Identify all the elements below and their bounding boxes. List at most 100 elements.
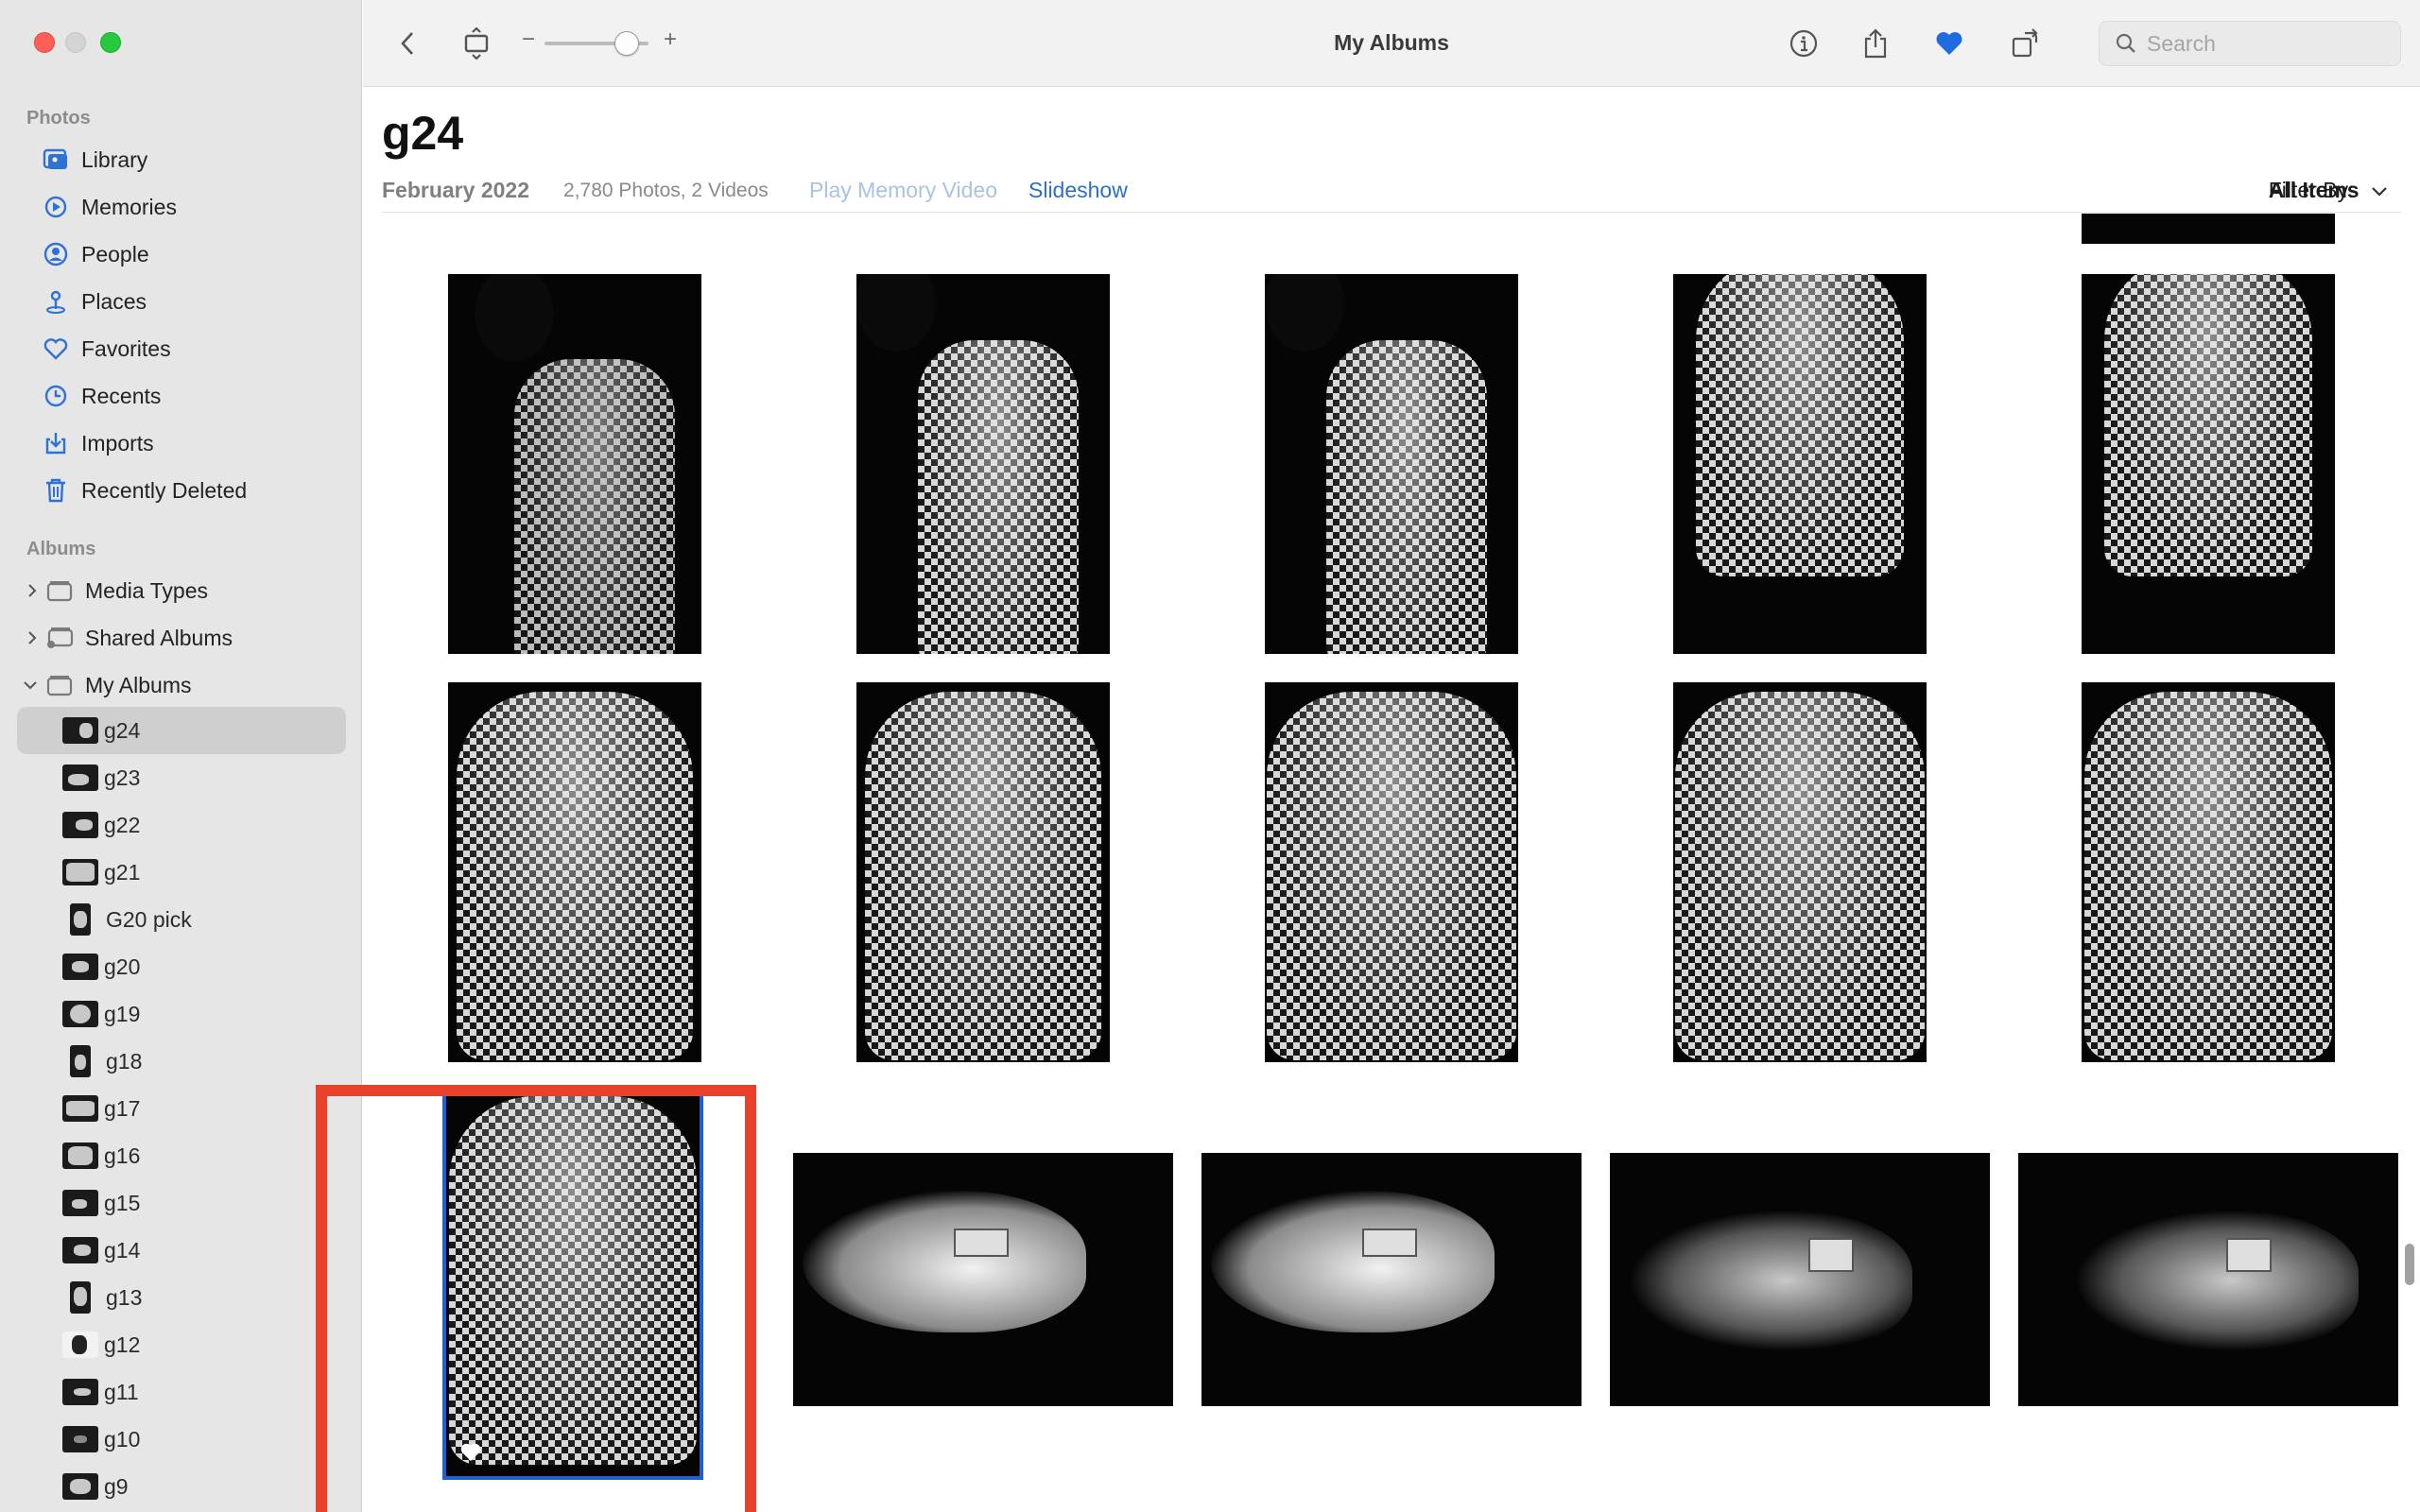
album-thumbnail xyxy=(62,859,98,885)
photo-thumbnail[interactable] xyxy=(1265,274,1518,654)
share-button[interactable] xyxy=(1857,25,1894,62)
album-item-label: g22 xyxy=(104,812,141,837)
favorite-button[interactable] xyxy=(1930,25,1968,62)
photo-thumbnail[interactable] xyxy=(1265,682,1518,1062)
album-thumbnail xyxy=(62,1426,98,1452)
album-item-label: g24 xyxy=(104,717,141,743)
photo-thumbnail[interactable] xyxy=(1673,274,1927,654)
zoom-window-button[interactable] xyxy=(100,32,121,53)
photo-thumbnail[interactable] xyxy=(2082,682,2335,1062)
photo-thumbnail[interactable] xyxy=(448,682,701,1062)
photo-subject xyxy=(1267,692,1516,1060)
sidebar-item-places[interactable]: Places xyxy=(17,278,346,325)
sidebar-item-recently-deleted[interactable]: Recently Deleted xyxy=(17,467,346,514)
album-item-g21[interactable]: g21 xyxy=(17,849,346,896)
sidebar-item-favorites[interactable]: Favorites xyxy=(17,325,346,372)
album-thumbnail xyxy=(62,954,98,980)
album-thumbnail xyxy=(70,1045,91,1077)
photo-thumbnail[interactable] xyxy=(793,1153,1173,1406)
album-item-label: g18 xyxy=(106,1048,143,1074)
sidebar-item-library[interactable]: Library xyxy=(17,136,346,183)
slideshow-link[interactable]: Slideshow xyxy=(1028,178,1128,203)
photo-subject xyxy=(865,692,1101,1060)
search-input[interactable] xyxy=(2147,30,2383,57)
heart-filled-icon xyxy=(1936,32,1962,55)
album-item-g12[interactable]: g12 xyxy=(17,1321,346,1368)
memories-icon xyxy=(42,193,70,221)
chevron-down-icon xyxy=(2372,187,2387,197)
photo-thumbnail[interactable] xyxy=(856,682,1110,1062)
play-memory-video-link[interactable]: Play Memory Video xyxy=(809,178,997,203)
album-item-g14[interactable]: g14 xyxy=(17,1227,346,1274)
rotate-icon xyxy=(2012,28,2038,58)
sidebar-item-label: People xyxy=(81,241,149,266)
search-field[interactable] xyxy=(2099,21,2401,66)
sidebar-item-label: Imports xyxy=(81,430,154,455)
album-meta-row: February 2022 2,780 Photos, 2 Videos Pla… xyxy=(382,178,2401,206)
photo-subject xyxy=(1629,1210,1912,1351)
album-thumbnail xyxy=(62,717,98,744)
album-item-g11[interactable]: g11 xyxy=(17,1368,346,1416)
sidebar-group-shared-albums[interactable]: Shared Albums xyxy=(17,614,346,662)
photo-subject xyxy=(1675,692,1925,1060)
album-item-g24[interactable]: g24 xyxy=(17,707,346,754)
album-item-g19[interactable]: g19 xyxy=(17,990,346,1038)
photo-thumbnail[interactable] xyxy=(2082,274,2335,654)
sidebar-item-label: My Albums xyxy=(85,672,192,697)
album-item-label: g21 xyxy=(104,859,141,885)
photo-thumbnail[interactable] xyxy=(856,274,1110,654)
info-button[interactable] xyxy=(1785,25,1823,62)
album-item-g10[interactable]: g10 xyxy=(17,1416,346,1463)
photo-subject xyxy=(1326,340,1488,654)
photo-thumbnail[interactable] xyxy=(2018,1153,2398,1406)
sidebar-group-media-types[interactable]: Media Types xyxy=(17,567,346,614)
album-item-label: g11 xyxy=(104,1379,139,1404)
album-item-g20[interactable]: g20 xyxy=(17,943,346,990)
filter-dropdown[interactable]: Filter By: All Items xyxy=(2269,178,2388,203)
albums-section-header: Albums xyxy=(26,539,96,559)
photo-thumbnail[interactable] xyxy=(1673,682,1927,1062)
photo-thumbnail[interactable] xyxy=(2082,214,2335,244)
album-item-g17[interactable]: g17 xyxy=(17,1085,346,1132)
album-item-g15[interactable]: g15 xyxy=(17,1179,346,1227)
photo-thumbnail[interactable] xyxy=(448,274,701,654)
photo-subject-head xyxy=(1265,274,1344,352)
scrollbar-thumb[interactable] xyxy=(2405,1244,2414,1285)
album-thumbnail xyxy=(62,1237,98,1263)
album-item-g22[interactable]: g22 xyxy=(17,801,346,849)
sidebar-item-label: Media Types xyxy=(85,577,208,603)
sidebar-item-label: Favorites xyxy=(81,335,171,361)
chevron-right-icon[interactable] xyxy=(25,583,40,598)
album-thumbnail xyxy=(70,903,91,936)
photo-thumbnail[interactable] xyxy=(1610,1153,1990,1406)
album-item-g18[interactable]: g18 xyxy=(17,1038,346,1085)
photo-thumbnail[interactable] xyxy=(1201,1153,1582,1406)
chevron-down-icon[interactable] xyxy=(23,678,38,693)
search-icon xyxy=(2116,33,2135,53)
album-item-g13[interactable]: g13 xyxy=(17,1274,346,1321)
album-item-g9[interactable]: g9 xyxy=(17,1463,346,1510)
photo-detail xyxy=(2226,1238,2272,1272)
close-window-button[interactable] xyxy=(34,32,55,53)
sidebar-item-memories[interactable]: Memories xyxy=(17,183,346,231)
photo-subject xyxy=(2104,274,2312,576)
rotate-button[interactable] xyxy=(2006,25,2044,62)
places-icon xyxy=(42,287,70,316)
minimize-window-button[interactable] xyxy=(65,32,86,53)
album-item-label: g10 xyxy=(104,1426,141,1452)
chevron-right-icon[interactable] xyxy=(25,630,40,645)
trash-icon xyxy=(42,476,70,505)
sidebar-item-people[interactable]: People xyxy=(17,231,346,278)
album-item-g23[interactable]: g23 xyxy=(17,754,346,801)
sidebar-item-recents[interactable]: Recents xyxy=(17,372,346,420)
filter-label: Filter By: xyxy=(2268,178,2355,202)
photos-section-header: Photos xyxy=(26,108,91,129)
album-item-g20-pick[interactable]: G20 pick xyxy=(17,896,346,943)
sidebar-group-my-albums[interactable]: My Albums xyxy=(17,662,346,709)
photo-thumbnail-selected[interactable] xyxy=(442,1092,703,1480)
sidebar-item-label: Library xyxy=(81,146,148,172)
photo-detail xyxy=(1362,1228,1417,1257)
album-item-g16[interactable]: g16 xyxy=(17,1132,346,1179)
photo-subject xyxy=(1696,274,1904,576)
sidebar-item-imports[interactable]: Imports xyxy=(17,420,346,467)
